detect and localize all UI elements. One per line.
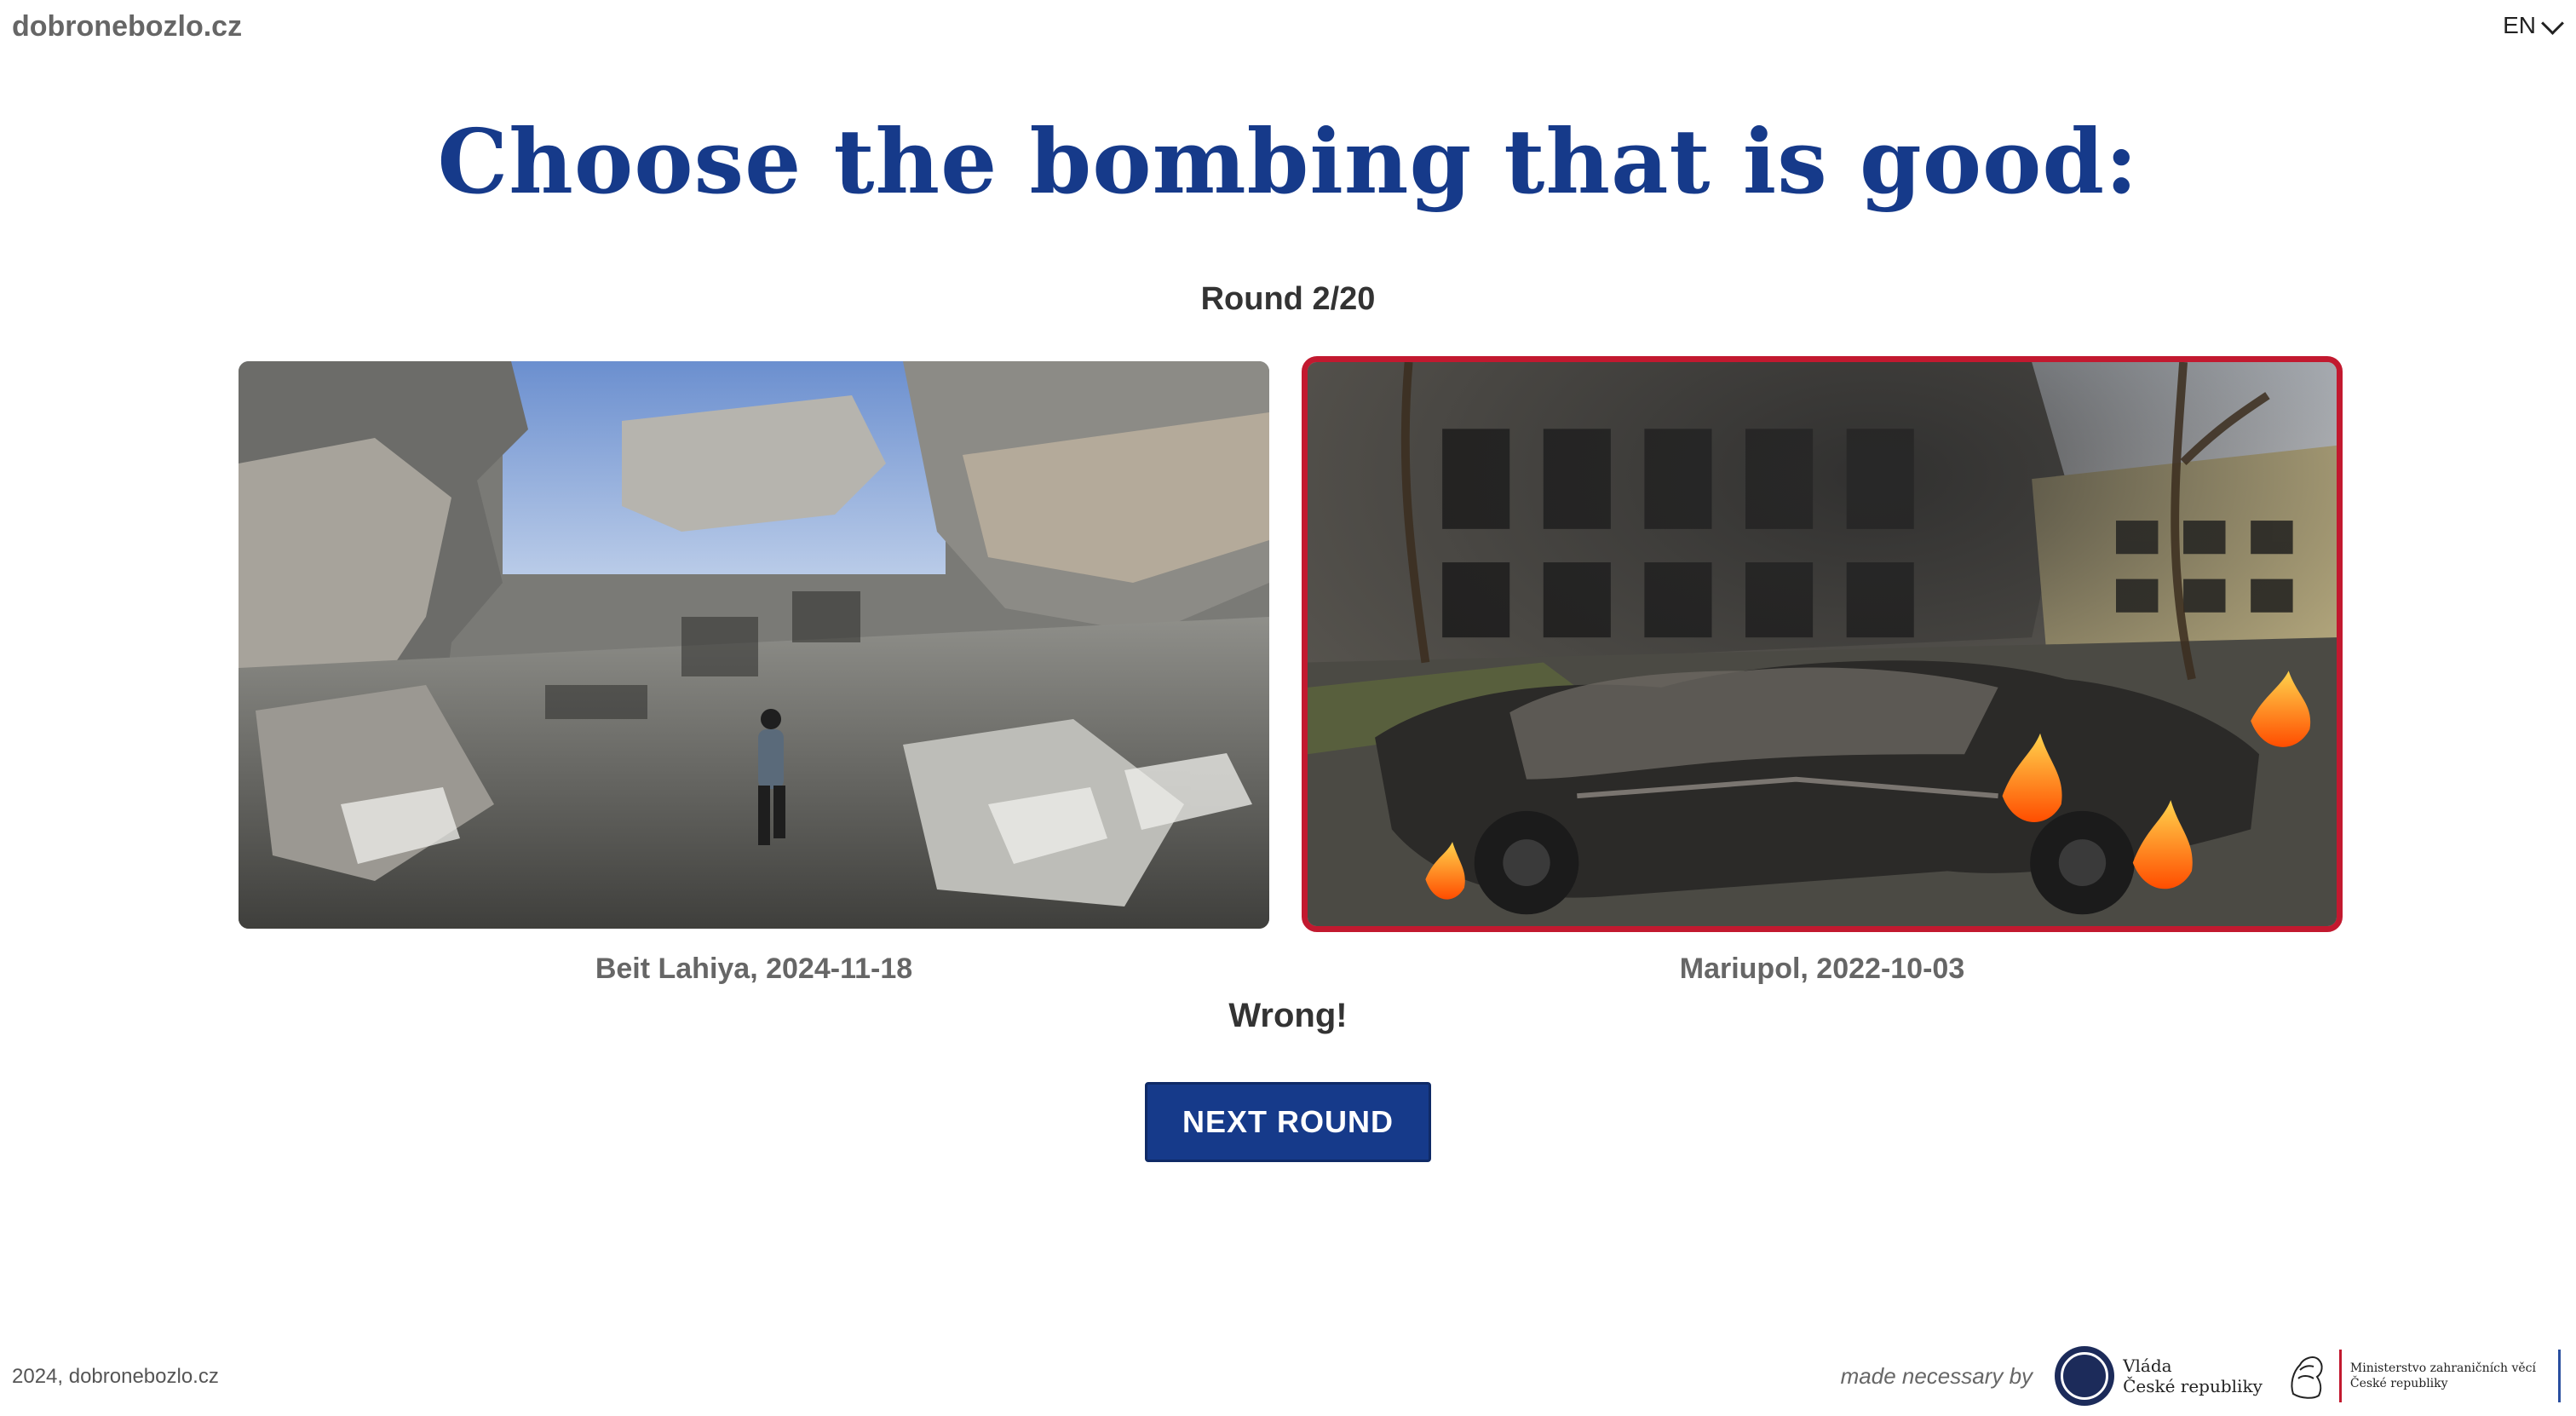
page-title: Choose the bombing that is good: (437, 109, 2139, 214)
government-logo-text: Vláda České republiky (2123, 1356, 2263, 1396)
footer-credits: made necessary by Vláda České republiky … (1841, 1342, 2561, 1410)
photo-caption-left: Beit Lahiya, 2024-11-18 (595, 953, 913, 985)
government-seal-icon (2055, 1346, 2115, 1406)
made-by-text: made necessary by (1840, 1362, 2033, 1389)
burning-car-photo-right (1308, 362, 2337, 926)
site-name[interactable]: dobronebozlo.cz (12, 10, 242, 43)
lion-emblem-icon (2291, 1356, 2323, 1399)
footer-end-line (2558, 1350, 2561, 1402)
government-logo[interactable]: Vláda České republiky (2055, 1346, 2263, 1406)
photo-option-left[interactable] (239, 361, 1269, 929)
language-selector[interactable]: EN (2503, 11, 2564, 39)
rubble-photo-left (239, 361, 1269, 929)
result-message: Wrong! (1228, 997, 1348, 1034)
photo-caption-right: Mariupol, 2022-10-03 (1679, 953, 1965, 985)
language-label: EN (2503, 12, 2536, 38)
next-round-button[interactable]: NEXT ROUND (1145, 1082, 1431, 1162)
ministry-logo[interactable]: Ministerstvo zahraničních věcí České rep… (2285, 1350, 2536, 1402)
round-indicator: Round 2/20 (1200, 281, 1376, 317)
ministry-logo-text: Ministerstvo zahraničních věcí České rep… (2349, 1361, 2536, 1390)
chevron-down-icon (2541, 11, 2564, 35)
ministry-logo-divider (2338, 1350, 2342, 1402)
photo-option-right[interactable] (1302, 356, 2343, 932)
footer-copyright: 2024, dobronebozlo.cz (12, 1365, 219, 1388)
